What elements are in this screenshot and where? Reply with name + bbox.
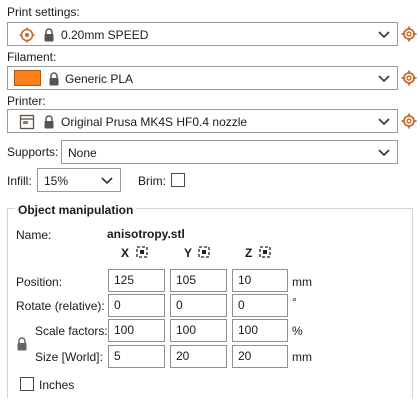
position-x-input[interactable]: 125 bbox=[108, 269, 165, 292]
object-manipulation-title: Object manipulation bbox=[15, 203, 137, 217]
brim-label: Brim: bbox=[138, 174, 166, 188]
filament-combo[interactable]: Generic PLA bbox=[7, 66, 398, 90]
rotate-y-input[interactable]: 0 bbox=[170, 294, 227, 317]
printer-label: Printer: bbox=[7, 94, 46, 108]
infill-value: 15% bbox=[44, 174, 69, 188]
chevron-down-icon bbox=[378, 149, 390, 157]
chevron-down-icon bbox=[378, 31, 390, 39]
supports-combo[interactable]: None bbox=[61, 140, 398, 164]
lock-icon bbox=[44, 28, 54, 42]
size-y-input[interactable]: 20 bbox=[170, 345, 227, 368]
chevron-down-icon bbox=[378, 75, 390, 83]
inches-label: Inches bbox=[39, 378, 75, 392]
rotate-x-input[interactable]: 0 bbox=[108, 294, 165, 317]
filament-color-swatch[interactable] bbox=[14, 70, 41, 86]
scale-y-input[interactable]: 100 bbox=[170, 319, 227, 342]
print-settings-label: Print settings: bbox=[7, 5, 80, 19]
scale-unit: % bbox=[292, 324, 303, 338]
inches-checkbox[interactable] bbox=[20, 377, 34, 391]
print-settings-combo[interactable]: 0.20mm SPEED bbox=[7, 22, 398, 46]
scale-label: Scale factors: bbox=[35, 324, 108, 338]
axis-z-drop-icon[interactable] bbox=[258, 245, 272, 259]
infill-combo[interactable]: 15% bbox=[37, 168, 121, 192]
axis-x-drop-icon[interactable] bbox=[135, 245, 149, 259]
rotate-unit: ° bbox=[292, 295, 297, 309]
printer-gear-icon[interactable] bbox=[401, 113, 417, 129]
position-y-input[interactable]: 105 bbox=[170, 269, 227, 292]
scale-z-input[interactable]: 100 bbox=[232, 319, 288, 342]
position-z-input[interactable]: 10 bbox=[232, 269, 288, 292]
filament-value: Generic PLA bbox=[65, 72, 134, 86]
supports-value: None bbox=[68, 146, 97, 160]
rotate-z-input[interactable]: 0 bbox=[232, 294, 288, 317]
printer-value: Original Prusa MK4S HF0.4 nozzle bbox=[61, 115, 248, 129]
size-unit: mm bbox=[292, 350, 312, 364]
size-z-input[interactable]: 20 bbox=[232, 345, 288, 368]
axis-y-drop-icon[interactable] bbox=[197, 245, 211, 259]
lock-scale-icon[interactable] bbox=[14, 336, 30, 352]
brim-checkbox[interactable] bbox=[171, 173, 185, 187]
supports-label: Supports: bbox=[7, 145, 59, 159]
filament-label: Filament: bbox=[7, 50, 57, 64]
size-x-input[interactable]: 5 bbox=[108, 345, 165, 368]
print-settings-gear-icon[interactable] bbox=[401, 26, 417, 42]
name-label: Name: bbox=[16, 228, 52, 242]
chevron-down-icon bbox=[378, 118, 390, 126]
printer-combo[interactable]: Original Prusa MK4S HF0.4 nozzle bbox=[7, 109, 398, 133]
printer-icon bbox=[19, 114, 35, 130]
object-name-value: anisotropy.stl bbox=[107, 227, 185, 241]
print-settings-value: 0.20mm SPEED bbox=[61, 28, 149, 42]
position-unit: mm bbox=[292, 275, 312, 289]
lock-icon bbox=[49, 72, 59, 86]
axis-x-label: X bbox=[121, 246, 130, 260]
filament-gear-icon[interactable] bbox=[401, 70, 417, 86]
infill-label: Infill: bbox=[7, 174, 32, 188]
rotate-label: Rotate (relative): bbox=[16, 299, 105, 313]
chevron-down-icon bbox=[101, 177, 113, 185]
lock-icon bbox=[44, 115, 54, 129]
axis-y-label: Y bbox=[184, 246, 193, 260]
position-label: Position: bbox=[16, 275, 63, 289]
size-label: Size [World]: bbox=[35, 350, 103, 364]
axis-z-label: Z bbox=[245, 246, 253, 260]
system-profile-icon bbox=[19, 27, 35, 43]
scale-x-input[interactable]: 100 bbox=[108, 319, 165, 342]
